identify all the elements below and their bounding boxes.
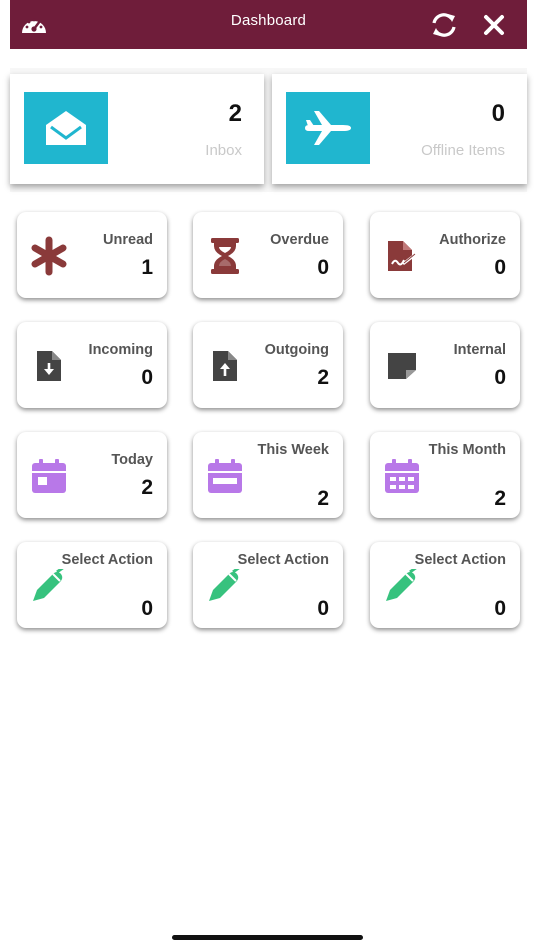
offline-items-label: Offline Items <box>421 142 505 159</box>
tile-label: Overdue <box>270 232 329 248</box>
close-icon[interactable] <box>478 9 510 41</box>
tile-label: Today <box>111 452 153 468</box>
tile-label: Select Action <box>61 552 153 568</box>
tile-count: 0 <box>317 597 329 620</box>
calendar-month-icon <box>382 456 422 496</box>
tile-authorize[interactable]: Authorize 0 <box>370 212 520 298</box>
tile-label: Select Action <box>237 552 329 568</box>
tile-count: 2 <box>317 366 329 389</box>
tile-label: Select Action <box>414 552 506 568</box>
tile-select-action-2[interactable]: Select Action 0 <box>193 542 343 628</box>
home-indicator[interactable] <box>172 935 363 940</box>
tile-incoming[interactable]: Incoming 0 <box>17 322 167 408</box>
tile-label: Outgoing <box>264 342 329 358</box>
tile-label: This Week <box>257 442 329 458</box>
inbox-label: Inbox <box>205 142 242 159</box>
tile-count: 0 <box>494 366 506 389</box>
tile-this-week[interactable]: This Week 2 <box>193 432 343 518</box>
tile-today[interactable]: Today 2 <box>17 432 167 518</box>
tile-count: 1 <box>141 256 153 279</box>
inbox-card[interactable]: 2 Inbox <box>10 74 264 184</box>
airplane-icon <box>286 92 370 164</box>
pen-icon <box>205 566 245 606</box>
offline-items-card[interactable]: 0 Offline Items <box>272 74 527 184</box>
tile-count: 2 <box>494 487 506 510</box>
tile-label: Unread <box>103 232 153 248</box>
inbox-count: 2 <box>228 100 242 127</box>
tile-count: 2 <box>317 487 329 510</box>
offline-items-count: 0 <box>491 100 505 127</box>
refresh-icon[interactable] <box>428 9 460 41</box>
tile-count: 0 <box>494 256 506 279</box>
tile-count: 0 <box>494 597 506 620</box>
tile-select-action-1[interactable]: Select Action 0 <box>17 542 167 628</box>
tile-this-month[interactable]: This Month 2 <box>370 432 520 518</box>
calendar-week-icon <box>205 456 245 496</box>
tile-overdue[interactable]: Overdue 0 <box>193 212 343 298</box>
tile-label: Internal <box>453 342 506 358</box>
pen-icon <box>29 566 69 606</box>
tile-label: Authorize <box>439 232 506 248</box>
tile-internal[interactable]: Internal 0 <box>370 322 520 408</box>
tile-count: 0 <box>141 597 153 620</box>
tile-label: Incoming <box>88 342 153 358</box>
tile-unread[interactable]: Unread 1 <box>17 212 167 298</box>
tile-count: 0 <box>141 366 153 389</box>
tile-count: 2 <box>141 476 153 499</box>
envelope-open-icon <box>24 92 108 164</box>
top-app-bar: Dashboard <box>10 0 527 49</box>
tile-label: This Month <box>428 442 506 458</box>
tile-select-action-3[interactable]: Select Action 0 <box>370 542 520 628</box>
tile-count: 0 <box>317 256 329 279</box>
tile-outgoing[interactable]: Outgoing 2 <box>193 322 343 408</box>
pen-icon <box>382 566 422 606</box>
